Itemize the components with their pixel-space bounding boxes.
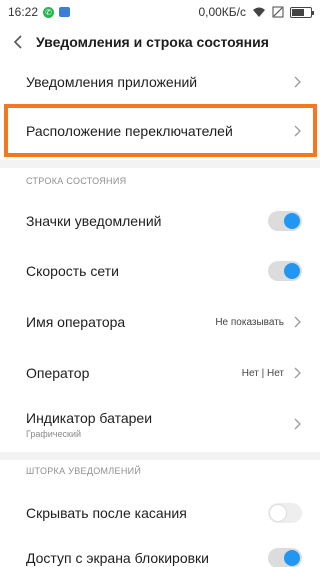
- page-title: Уведомления и строка состояния: [36, 34, 269, 50]
- app-notifications-item[interactable]: Уведомления приложений: [0, 60, 320, 104]
- notification-icons-label: Значки уведомлений: [26, 213, 162, 229]
- phone-call-icon: ✆: [43, 6, 55, 18]
- section-divider: [0, 452, 320, 460]
- app-notifications-label: Уведомления приложений: [26, 74, 198, 90]
- section-status-bar: СТРОКА СОСТОЯНИЯ: [26, 176, 127, 186]
- network-speed: 0,00КБ/с: [198, 5, 246, 19]
- back-arrow-icon[interactable]: [0, 24, 36, 60]
- status-bar: 16:22 ✆ 0,00КБ/с: [0, 0, 320, 24]
- hide-after-tap-label: Скрывать после касания: [26, 505, 187, 521]
- chevron-right-icon: [294, 418, 301, 430]
- app-bar: Уведомления и строка состояния: [0, 24, 320, 60]
- section-notification-shade: ШТОРКА УВЕДОМЛЕНИЙ: [26, 466, 142, 476]
- operator-value: Нет | Нет: [241, 367, 284, 379]
- hide-after-tap-item[interactable]: Скрывать после касания: [0, 488, 320, 538]
- operator-name-value: Не показывать: [215, 316, 284, 328]
- operator-label: Оператор: [26, 365, 90, 381]
- section-divider: [0, 160, 320, 168]
- status-time: 16:22: [8, 5, 39, 19]
- battery-icon: [290, 6, 314, 18]
- lock-screen-access-toggle[interactable]: [268, 548, 302, 567]
- no-sim-icon: [272, 6, 284, 18]
- chevron-right-icon: [294, 316, 301, 328]
- operator-item[interactable]: Оператор Нет | Нет: [0, 348, 320, 398]
- hide-after-tap-toggle[interactable]: [268, 503, 302, 523]
- notification-icons-toggle[interactable]: [268, 211, 302, 231]
- battery-indicator-label: Индикатор батареи: [26, 409, 153, 426]
- operator-name-label: Имя оператора: [26, 314, 126, 330]
- chevron-right-icon: [294, 76, 301, 88]
- highlight-frame: [4, 104, 317, 157]
- chevron-right-icon: [294, 367, 301, 379]
- message-icon: [59, 7, 71, 17]
- network-speed-label: Скорость сети: [26, 263, 119, 279]
- notification-icons-item[interactable]: Значки уведомлений: [0, 196, 320, 246]
- operator-name-item[interactable]: Имя оператора Не показывать: [0, 296, 320, 348]
- wifi-icon: [253, 7, 265, 17]
- lock-screen-access-label: Доступ с экрана блокировки: [26, 550, 210, 566]
- battery-indicator-subtitle: Графический: [26, 428, 81, 439]
- battery-indicator-item[interactable]: Индикатор батареи Графический: [0, 398, 320, 450]
- network-speed-toggle[interactable]: [268, 261, 302, 281]
- network-speed-item[interactable]: Скорость сети: [0, 246, 320, 296]
- lock-screen-access-item[interactable]: Доступ с экрана блокировки: [0, 538, 320, 567]
